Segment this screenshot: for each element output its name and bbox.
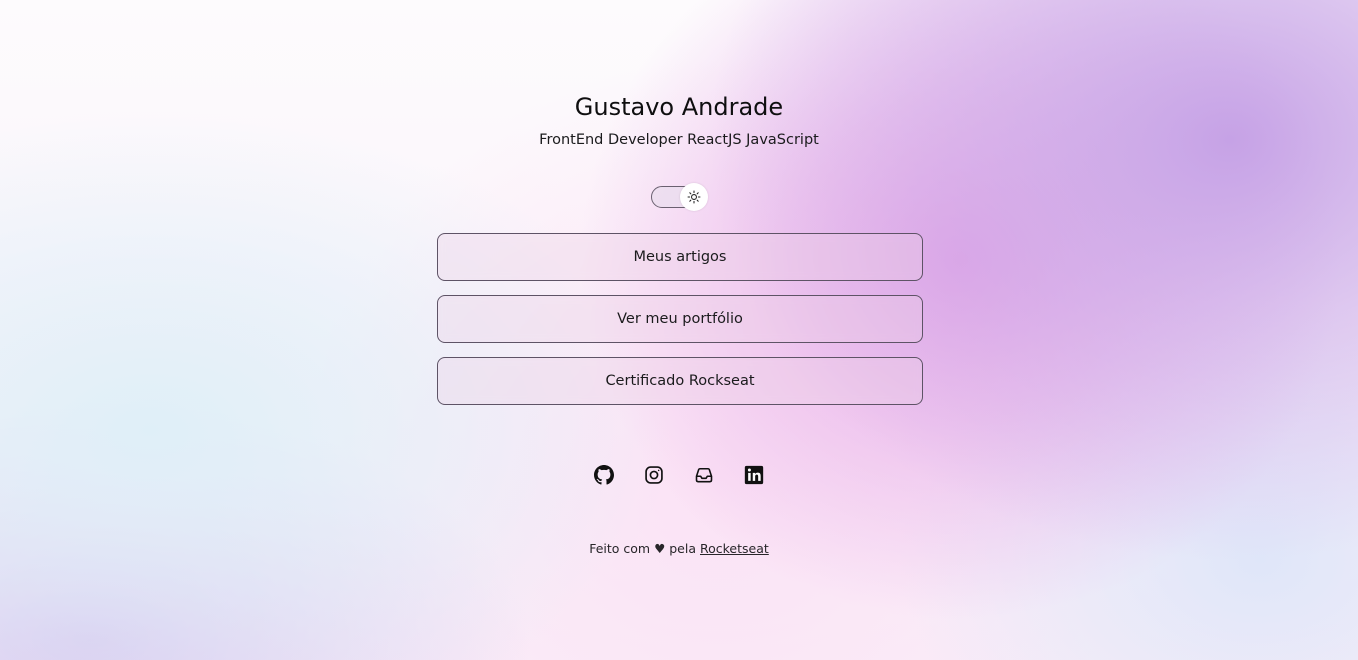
instagram-link[interactable]: [641, 462, 667, 488]
footer: Feito com ♥ pela Rocketseat: [0, 541, 1358, 557]
inbox-icon: [695, 467, 713, 483]
link-button-label: Ver meu portfólio: [617, 311, 743, 327]
sun-icon: [687, 190, 701, 204]
link-button-label: Meus artigos: [633, 249, 727, 265]
social-links: [0, 462, 1358, 488]
profile-subtitle: FrontEnd Developer ReactJS JavaScript: [539, 132, 819, 148]
link-button-portfolio[interactable]: Ver meu portfólio: [437, 295, 923, 343]
profile-name: Gustavo Andrade: [574, 93, 784, 121]
linkedin-icon: [744, 465, 764, 485]
linkedin-link[interactable]: [741, 462, 767, 488]
link-button-label: Certificado Rockseat: [605, 373, 755, 389]
theme-toggle-switch[interactable]: [651, 183, 708, 211]
github-icon: [594, 465, 614, 485]
instagram-icon: [645, 466, 663, 484]
links-list: Meus artigos Ver meu portfólio Certifica…: [437, 233, 923, 419]
inbox-link[interactable]: [691, 462, 717, 488]
profile-page: Gustavo Andrade FrontEnd Developer React…: [0, 0, 1358, 660]
link-button-certificado[interactable]: Certificado Rockseat: [437, 357, 923, 405]
footer-text: Feito com ♥ pela: [589, 541, 697, 556]
rocketseat-link[interactable]: Rocketseat: [700, 541, 769, 556]
switch-thumb: [680, 183, 708, 211]
github-link[interactable]: [591, 462, 617, 488]
link-button-artigos[interactable]: Meus artigos: [437, 233, 923, 281]
